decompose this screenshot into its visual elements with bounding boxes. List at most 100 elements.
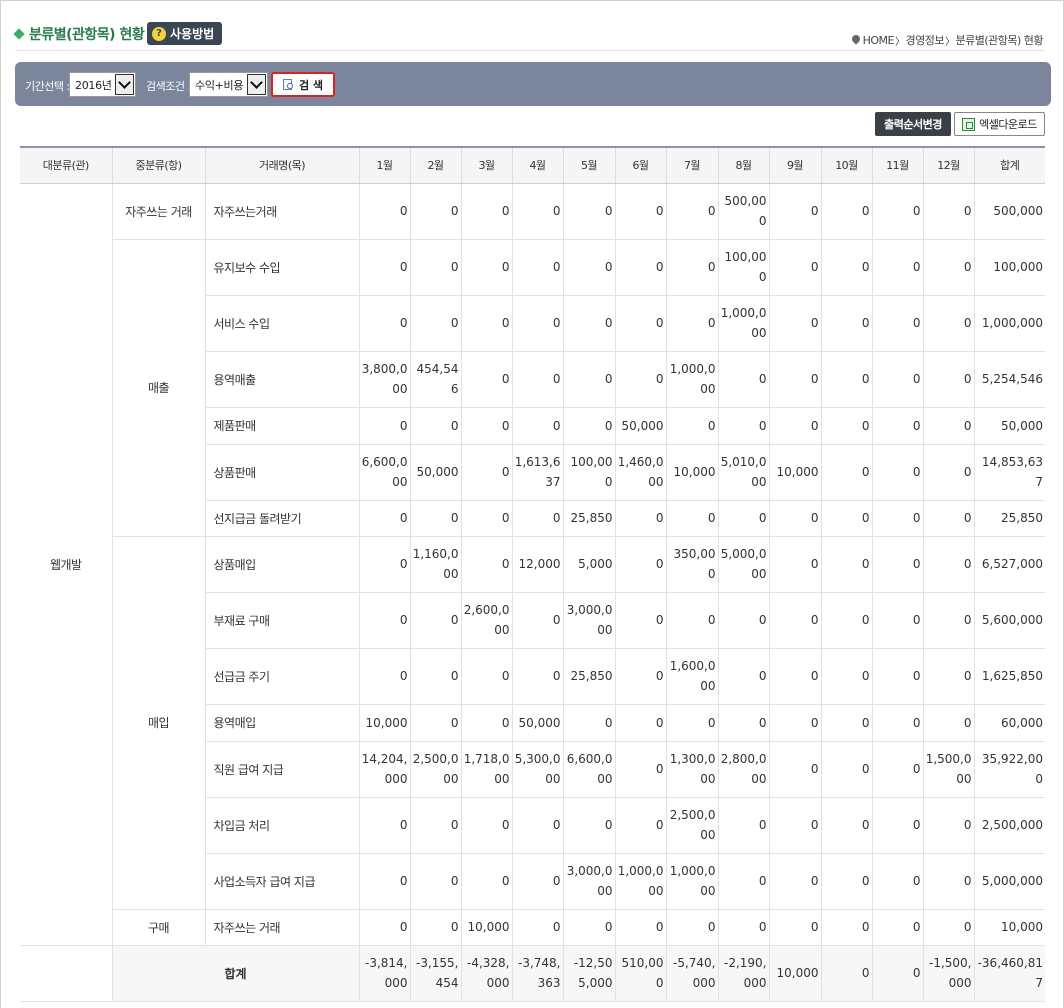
month-value-cell: 1,500,000 xyxy=(923,741,975,798)
month-value-cell: 0 xyxy=(512,797,564,854)
month-value-cell: 0 xyxy=(410,295,462,352)
month-value-cell: 0 xyxy=(872,648,924,705)
month-value-cell: 0 xyxy=(410,853,462,910)
row-total-cell: 60,000 xyxy=(974,704,1045,742)
month-value-cell: 2,600,000 xyxy=(461,592,513,649)
month-value-cell: 0 xyxy=(872,500,924,537)
month-value-cell: 0 xyxy=(872,183,924,240)
chevron-right-icon: 〉 xyxy=(894,36,905,48)
month-value-cell: 0 xyxy=(359,592,411,649)
period-label: 기간선택 : xyxy=(25,80,70,93)
month-value-cell: 10,000 xyxy=(769,444,822,501)
month-value-cell: 0 xyxy=(769,351,822,408)
month-value-cell: 0 xyxy=(769,648,822,705)
help-button[interactable]: ? 사용방법 xyxy=(147,22,223,45)
month-value-cell: 0 xyxy=(615,351,667,408)
search-icon xyxy=(282,78,295,91)
page-title-text: 분류별(관항목) 현황 xyxy=(29,27,145,43)
item-name-cell: 상품판매 xyxy=(205,444,360,501)
month-value-cell: 0 xyxy=(461,536,513,593)
month-value-cell: 1,300,000 xyxy=(666,741,719,798)
column-header: 6월 xyxy=(615,146,667,184)
month-value-cell: 0 xyxy=(410,797,462,854)
item-name-cell: 차입금 처리 xyxy=(205,797,360,854)
month-value-cell: 0 xyxy=(872,351,924,408)
period-select[interactable]: 2016년 xyxy=(69,72,136,97)
month-value-cell: 0 xyxy=(923,797,975,854)
month-value-cell: 0 xyxy=(615,741,667,798)
condition-select[interactable]: 수익+비용 xyxy=(189,72,268,97)
month-value-cell: 0 xyxy=(821,351,873,408)
month-value-cell: 12,000 xyxy=(512,536,564,593)
month-value-cell: 0 xyxy=(461,407,513,445)
month-value-cell: 1,613,637 xyxy=(512,444,564,501)
month-value-cell: 0 xyxy=(512,909,564,946)
month-value-cell: 0 xyxy=(872,536,924,593)
breadcrumb-section[interactable]: 경영정보 xyxy=(905,32,944,48)
item-name-cell: 유지보수 수입 xyxy=(205,239,360,296)
month-value-cell: 10,000 xyxy=(359,704,411,742)
month-total-cell: -3,155,454 xyxy=(410,945,462,1002)
row-total-cell: 10,000 xyxy=(974,909,1045,946)
column-header: 8월 xyxy=(718,146,770,184)
month-value-cell: 0 xyxy=(615,500,667,537)
month-value-cell: 1,000,000 xyxy=(718,295,770,352)
excel-download-label: 엑셀다운로드 xyxy=(979,118,1037,131)
month-total-cell: -1,500,000 xyxy=(923,945,975,1002)
month-total-cell: -5,740,000 xyxy=(666,945,719,1002)
search-button[interactable]: 검 색 xyxy=(271,72,335,97)
column-header: 4월 xyxy=(512,146,564,184)
month-value-cell: 0 xyxy=(666,239,719,296)
month-value-cell: 0 xyxy=(615,797,667,854)
month-value-cell: 0 xyxy=(769,592,822,649)
month-value-cell: 0 xyxy=(923,239,975,296)
row-total-cell: 1,000,000 xyxy=(974,295,1045,352)
chevron-down-icon xyxy=(115,74,134,95)
month-value-cell: 5,010,000 xyxy=(718,444,770,501)
period-select-value: 2016년 xyxy=(75,78,112,92)
item-name-cell: 상품매입 xyxy=(205,536,360,593)
breadcrumb: HOME 〉 경영정보 〉 분류별(관항목) 현황 xyxy=(852,32,1044,48)
column-header: 2월 xyxy=(410,146,462,184)
month-value-cell: 5,000,000 xyxy=(718,536,770,593)
month-value-cell: 0 xyxy=(359,500,411,537)
month-value-cell: 0 xyxy=(359,407,411,445)
month-value-cell: 0 xyxy=(410,500,462,537)
breadcrumb-home[interactable]: HOME xyxy=(863,34,895,47)
month-value-cell: 0 xyxy=(872,295,924,352)
month-value-cell: 0 xyxy=(359,909,411,946)
table-row: 구매 자주쓰는 거래 0 0 10,000 0 0 0 0 0 0 0 0 0 10,000 xyxy=(20,909,1045,946)
month-value-cell: 3,000,000 xyxy=(563,592,616,649)
month-value-cell: 0 xyxy=(821,295,873,352)
month-value-cell: 0 xyxy=(923,592,975,649)
month-value-cell: 0 xyxy=(769,704,822,742)
month-value-cell: 0 xyxy=(461,351,513,408)
month-value-cell: 0 xyxy=(872,239,924,296)
month-value-cell: 14,204,000 xyxy=(359,741,411,798)
column-header: 12월 xyxy=(923,146,975,184)
month-total-cell: -2,190,000 xyxy=(718,945,770,1002)
month-value-cell: 0 xyxy=(769,239,822,296)
month-value-cell: 0 xyxy=(563,183,616,240)
row-total-cell: 14,853,637 xyxy=(974,444,1045,501)
column-header: 거래명(목) xyxy=(205,146,360,184)
table-header-row: 대분류(관) 중분류(항) 거래명(목) 1월 2월 3월 4월 5월 6월 7월 8월 9월 10월 1… xyxy=(20,146,1045,184)
month-value-cell: 0 xyxy=(563,351,616,408)
order-change-button[interactable]: 출력순서변경 xyxy=(875,112,951,136)
month-value-cell: 0 xyxy=(821,536,873,593)
item-name-cell: 서비스 수입 xyxy=(205,295,360,352)
month-value-cell: 0 xyxy=(821,407,873,445)
excel-download-button[interactable]: 엑셀다운로드 xyxy=(954,112,1045,136)
month-value-cell: 0 xyxy=(769,295,822,352)
report-table: 대분류(관) 중분류(항) 거래명(목) 1월 2월 3월 4월 5월 6월 7월 8월 9월 10월 1… xyxy=(20,146,1045,1002)
chevron-down-icon xyxy=(247,74,266,95)
month-value-cell: 10,000 xyxy=(461,909,513,946)
month-value-cell: 25,850 xyxy=(563,648,616,705)
column-header: 합계 xyxy=(974,146,1045,184)
column-header: 7월 xyxy=(666,146,719,184)
month-value-cell: 3,000,000 xyxy=(563,853,616,910)
month-value-cell: 0 xyxy=(512,183,564,240)
page-title: 분류별(관항목) 현황 xyxy=(13,24,145,44)
month-value-cell: 5,300,000 xyxy=(512,741,564,798)
big-category-cell: 웹개발 xyxy=(20,183,113,946)
